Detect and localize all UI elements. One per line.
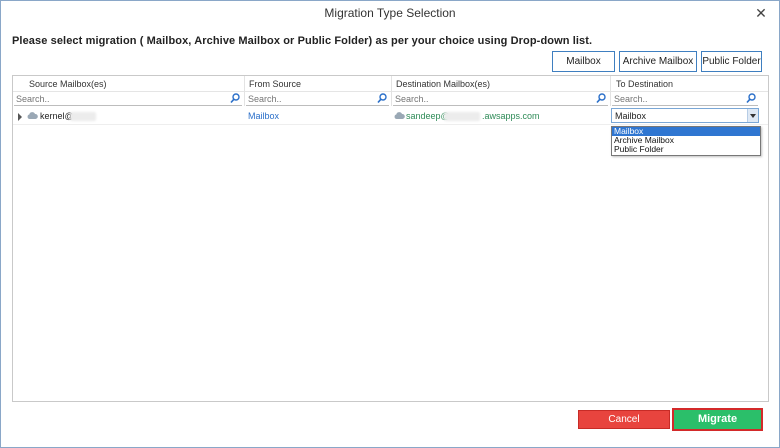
column-header-source[interactable]: Source Mailbox(es) [29, 76, 107, 92]
source-search-input[interactable] [14, 92, 242, 105]
window-title: Migration Type Selection [324, 6, 456, 20]
filter-row [13, 92, 768, 106]
cancel-button[interactable]: Cancel [578, 410, 670, 429]
source-filter [14, 92, 242, 106]
to-destination-select[interactable]: Mailbox [611, 108, 759, 123]
column-header-from-source[interactable]: From Source [249, 76, 301, 92]
column-header-destination[interactable]: Destination Mailbox(es) [396, 76, 490, 92]
to-destination-dropdown-list: Mailbox Archive Mailbox Public Folder [611, 126, 761, 156]
cloud-icon [27, 112, 38, 119]
set-all-archive-mailbox-button[interactable]: Archive Mailbox [619, 51, 697, 72]
search-icon[interactable] [596, 93, 606, 104]
redacted-text [444, 112, 480, 121]
migration-type-dialog: Migration Type Selection ✕ Please select… [0, 0, 780, 448]
search-icon[interactable] [377, 93, 387, 104]
search-icon[interactable] [746, 93, 756, 104]
set-all-public-folder-button[interactable]: Public Folder [701, 51, 762, 72]
from-source-type[interactable]: Mailbox [248, 107, 279, 125]
expand-arrow-icon[interactable] [18, 113, 22, 121]
to-destination-filter [612, 92, 758, 106]
source-mailbox: kernel@ [40, 111, 74, 121]
destination-search-input[interactable] [393, 92, 608, 105]
close-icon[interactable]: ✕ [753, 5, 769, 21]
from-source-filter [246, 92, 389, 106]
dropdown-option-public-folder[interactable]: Public Folder [612, 145, 760, 154]
instruction-text: Please select migration ( Mailbox, Archi… [12, 35, 593, 47]
search-icon[interactable] [230, 93, 240, 104]
to-destination-selected-value: Mailbox [615, 111, 647, 121]
redacted-text [70, 112, 96, 121]
set-all-mailbox-button[interactable]: Mailbox [552, 51, 615, 72]
column-header-to-destination[interactable]: To Destination [616, 76, 673, 92]
cloud-icon [394, 112, 405, 119]
from-source-search-input[interactable] [246, 92, 389, 105]
mailbox-mapping-grid: Source Mailbox(es) From Source Destinati… [12, 75, 769, 402]
destination-mailbox-suffix: .awsapps.com [482, 111, 540, 121]
chevron-down-icon[interactable] [747, 109, 758, 122]
destination-filter [393, 92, 608, 106]
to-destination-search-input[interactable] [612, 92, 758, 105]
migrate-button[interactable]: Migrate [672, 408, 763, 431]
